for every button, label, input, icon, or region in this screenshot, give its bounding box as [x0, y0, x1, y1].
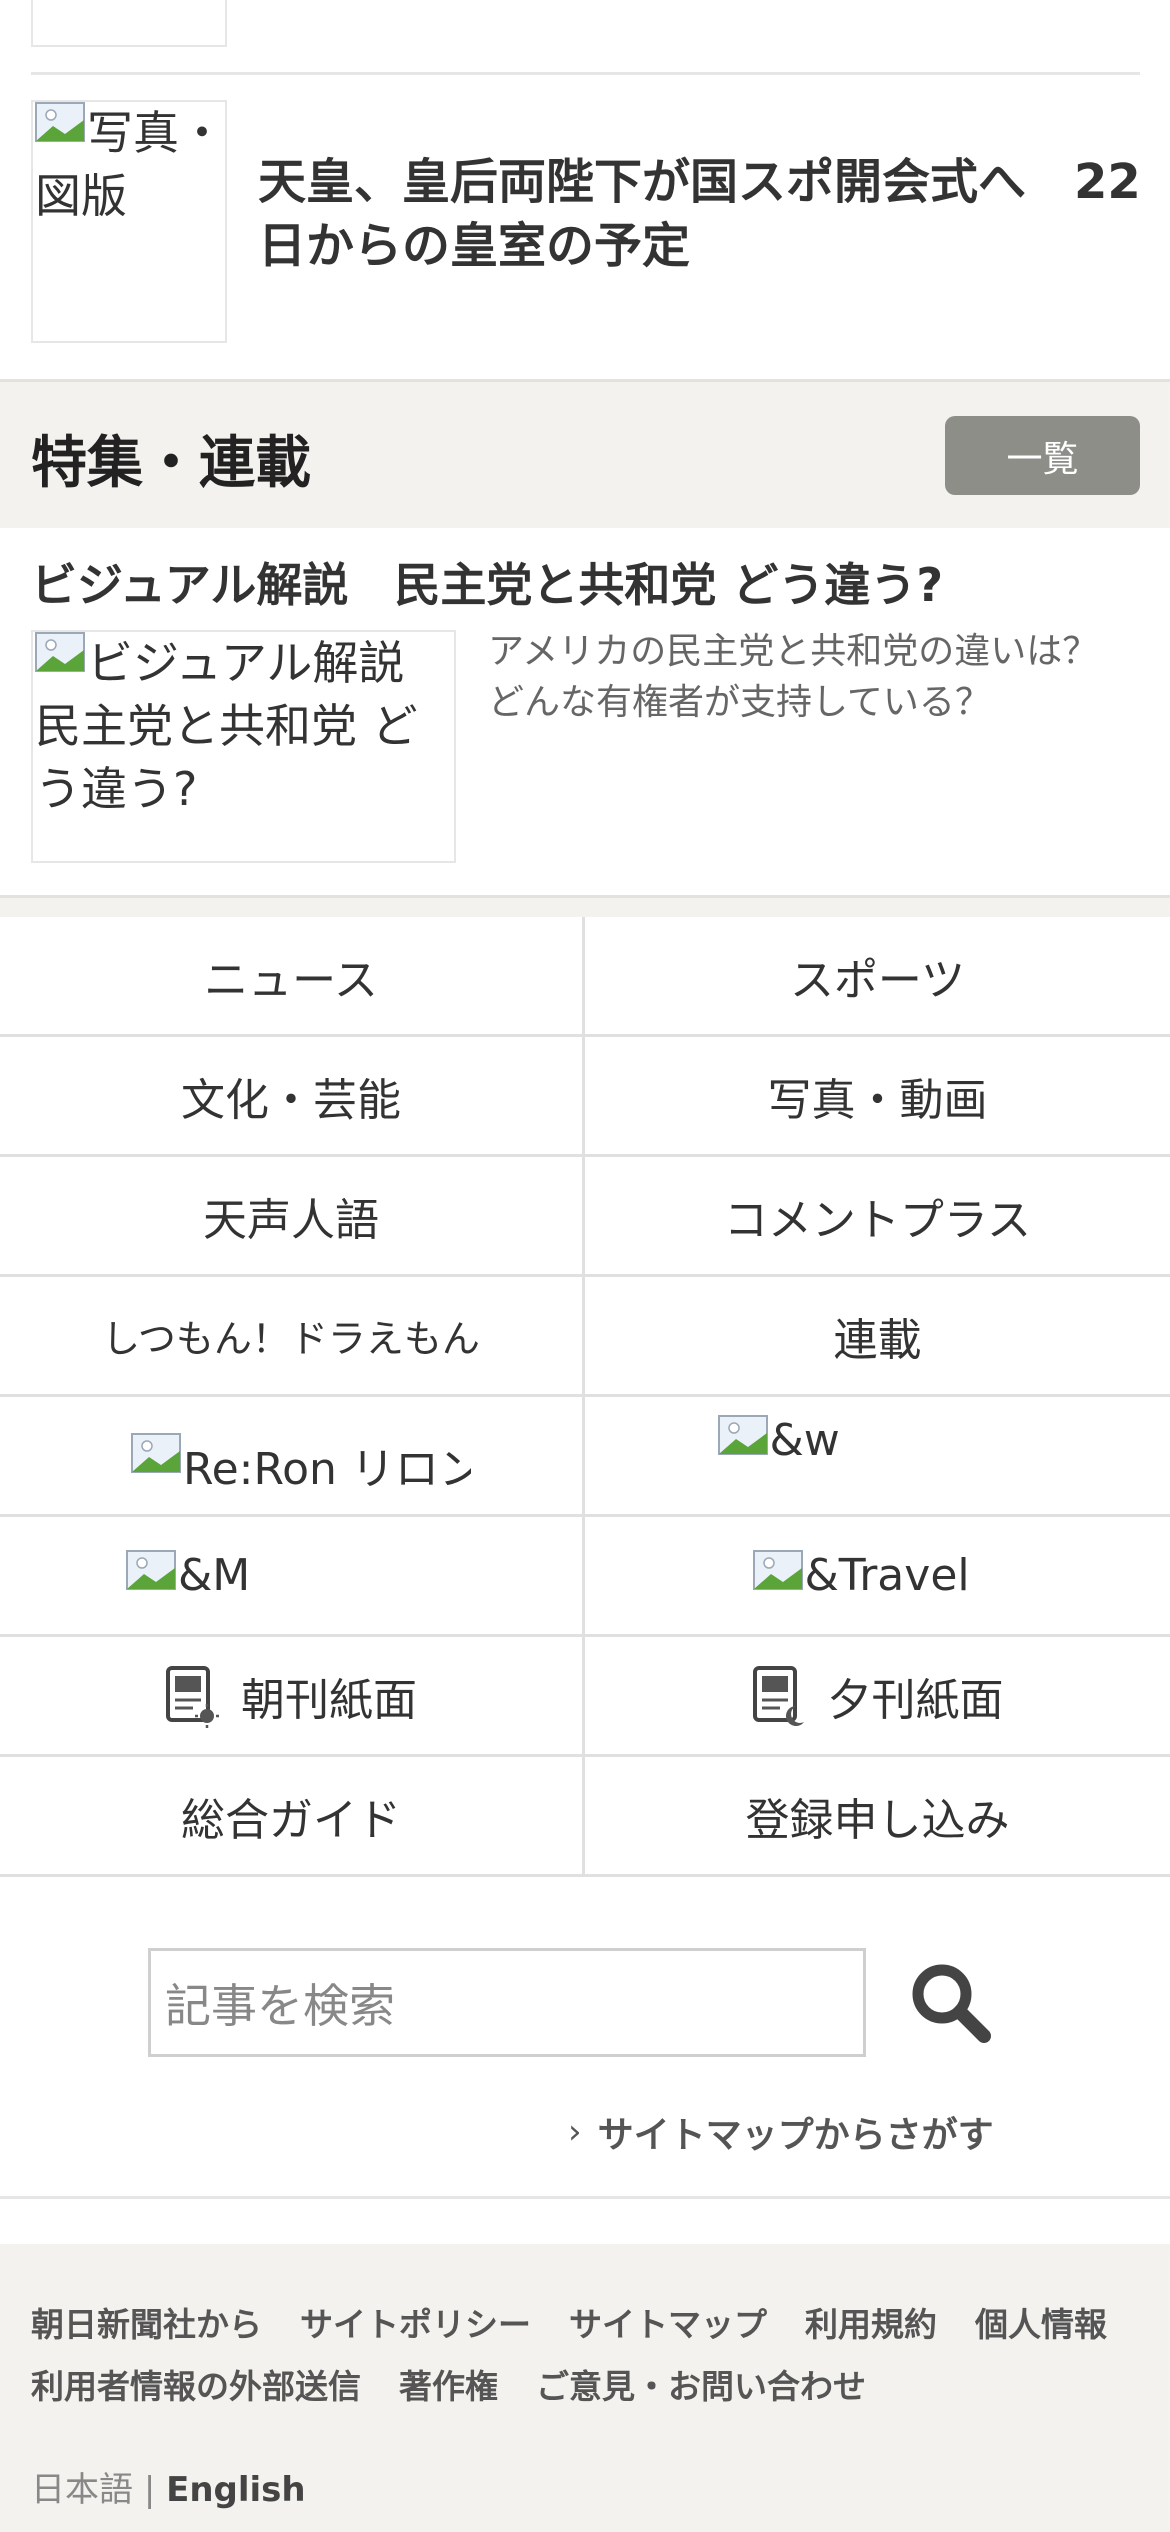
- newspaper-evening-icon: [752, 1665, 804, 1726]
- footer-link-site-policy[interactable]: サイトポリシー: [300, 2305, 531, 2344]
- menu-item-evening-edition[interactable]: 夕刊紙面: [585, 1637, 1170, 1754]
- footer-link-copyright[interactable]: 著作権: [399, 2367, 498, 2406]
- footer-link-contact[interactable]: ご意見・お問い合わせ: [536, 2367, 866, 2406]
- footer-link-terms[interactable]: 利用規約: [805, 2305, 937, 2344]
- menu-item-and-m[interactable]: &M: [0, 1517, 585, 1634]
- search-icon[interactable]: [908, 1960, 992, 2044]
- feature-article-title[interactable]: ビジュアル解説 民主党と共和党 どう違う?: [31, 549, 943, 615]
- menu-item-sports[interactable]: スポーツ: [585, 917, 1170, 1034]
- section-spacer: [0, 895, 1170, 917]
- menu-item-comment-plus[interactable]: コメントプラス: [585, 1157, 1170, 1274]
- article-search-input[interactable]: 記事を検索: [148, 1948, 866, 2057]
- lang-english[interactable]: English: [166, 2470, 306, 2510]
- view-all-button[interactable]: 一覧: [945, 416, 1140, 495]
- lang-japanese[interactable]: 日本語: [31, 2470, 133, 2510]
- sitemap-search-link[interactable]: › サイトマップからさがす: [568, 2106, 994, 2158]
- menu-item-and-travel[interactable]: &Travel: [585, 1517, 1170, 1634]
- newspaper-morning-icon: [166, 1665, 219, 1728]
- menu-item-photo-video[interactable]: 写真・動画: [585, 1037, 1170, 1154]
- feature-thumbnail[interactable]: ビジュアル解説 民主党と共和党 どう違う?: [31, 630, 456, 863]
- broken-image-icon: [35, 632, 85, 672]
- feature-section-header: 特集・連載 一覧: [0, 379, 1170, 528]
- menu-item-guide[interactable]: 総合ガイド: [0, 1757, 585, 1874]
- menu-item-culture[interactable]: 文化・芸能: [0, 1037, 585, 1154]
- menu-item-register[interactable]: 登録申し込み: [585, 1757, 1170, 1874]
- divider: [0, 2196, 1170, 2199]
- chevron-right-icon: ›: [568, 2112, 582, 2152]
- footer: 朝日新聞社から サイトポリシー サイトマップ 利用規約 個人情報 利用者情報の外部送信著…: [0, 2244, 1170, 2532]
- menu-item-doraemon[interactable]: しつもん！ドラえもん: [0, 1277, 585, 1394]
- broken-image-icon: [131, 1433, 181, 1473]
- footer-link-sitemap[interactable]: サイトマップ: [569, 2305, 767, 2344]
- broken-image-icon: [35, 102, 85, 142]
- menu-item-and-w[interactable]: &w: [585, 1397, 1170, 1514]
- language-switch: 日本語 | English: [31, 2462, 306, 2511]
- footer-link-external-data[interactable]: 利用者情報の外部送信: [31, 2367, 361, 2406]
- menu-item-tensei-jingo[interactable]: 天声人語: [0, 1157, 585, 1274]
- thumbnail-alt-text: ビジュアル解説 民主党と共和党 どう違う?: [35, 636, 451, 816]
- menu-item-morning-edition[interactable]: 朝刊紙面: [0, 1637, 585, 1754]
- broken-image-icon: [718, 1415, 768, 1455]
- footer-links: 朝日新聞社から サイトポリシー サイトマップ 利用規約 個人情報 利用者情報の外部送信著…: [31, 2294, 1151, 2418]
- broken-image-icon: [126, 1550, 176, 1590]
- footer-link-company[interactable]: 朝日新聞社から: [31, 2305, 262, 2344]
- feature-description[interactable]: アメリカの民主党と共和党の違いは？どんな有権者が支持している？: [488, 626, 1128, 728]
- footer-link-privacy[interactable]: 個人情報: [975, 2305, 1107, 2344]
- section-title: 特集・連載: [31, 431, 311, 496]
- lang-separator: |: [143, 2470, 156, 2510]
- news-headline-link[interactable]: 天皇、皇后両陛下が国スポ開会式へ 22日からの皇室の予定: [258, 150, 1148, 278]
- menu-item-rensai[interactable]: 連載: [585, 1277, 1170, 1394]
- broken-image-icon: [753, 1550, 803, 1590]
- category-menu: ニュース スポーツ 文化・芸能 写真・動画 天声人語 コメントプラス しつもん！…: [0, 917, 1170, 1877]
- divider: [31, 72, 1140, 75]
- news-thumbnail[interactable]: 写真・図版: [31, 100, 227, 343]
- menu-item-reron[interactable]: Re:Ron リロン: [0, 1397, 585, 1514]
- menu-item-news[interactable]: ニュース: [0, 917, 585, 1034]
- previous-article-thumbnail[interactable]: [31, 0, 227, 47]
